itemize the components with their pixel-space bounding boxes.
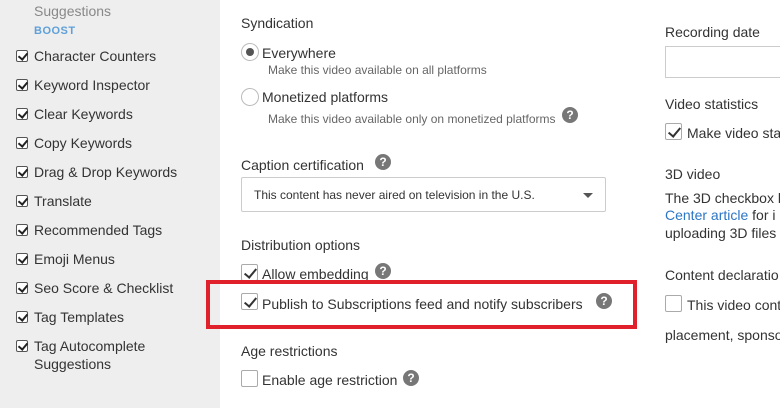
red-highlight-box [206, 280, 637, 329]
everywhere-description: Make this video available on all platfor… [268, 63, 487, 77]
distribution-options-title: Distribution options [241, 237, 361, 253]
sidebar-item-emoji-menus[interactable]: Emoji Menus [16, 250, 194, 268]
checkbox-checked[interactable] [16, 137, 28, 149]
caption-certification-title: Caption certification [241, 157, 364, 173]
sidebar-item-label: Copy Keywords [34, 135, 133, 151]
sidebar-item-translate[interactable]: Translate [16, 192, 194, 210]
radio-monetized-platforms[interactable] [241, 88, 259, 106]
help-icon[interactable]: ? [375, 154, 391, 170]
help-icon[interactable]: ? [562, 107, 578, 123]
sidebar-item-clear-keywords[interactable]: Clear Keywords [16, 105, 194, 123]
help-icon[interactable]: ? [403, 370, 419, 386]
sidebar-item-drag-drop-keywords[interactable]: Drag & Drop Keywords [16, 163, 194, 181]
monetized-description: Make this video available only on moneti… [268, 112, 556, 126]
3d-video-text-line2: Center article for i [665, 206, 776, 224]
sidebar-item-seo-score[interactable]: Seo Score & Checklist [16, 279, 194, 297]
content-declaration-checkbox[interactable] [665, 295, 682, 312]
syndication-title: Syndication [241, 15, 314, 31]
3d-video-text-line2-rest: for i [748, 207, 776, 223]
center-article-link[interactable]: Center article [665, 207, 748, 223]
chevron-down-icon [583, 193, 593, 198]
allow-embedding-checkbox[interactable] [241, 264, 258, 281]
sidebar-item-label: Translate [34, 193, 92, 209]
video-statistics-title: Video statistics [665, 96, 759, 112]
content-declaration-text-line2: placement, sponso [665, 327, 780, 343]
sidebar-top-label: Suggestions [34, 3, 112, 19]
sidebar: Suggestions BOOST Character Counters Key… [0, 0, 220, 408]
sidebar-item-label: Seo Score & Checklist [34, 280, 174, 296]
sidebar-item-character-counters[interactable]: Character Counters [16, 47, 194, 65]
recording-date-input[interactable] [665, 46, 780, 78]
age-restriction-checkbox[interactable] [241, 370, 258, 387]
sidebar-item-label: Tag Templates [34, 309, 125, 325]
checkbox-checked[interactable] [16, 224, 28, 236]
age-restriction-label[interactable]: Enable age restriction [262, 372, 397, 388]
sidebar-boost-label: BOOST [34, 25, 76, 37]
checkbox-checked[interactable] [16, 311, 28, 323]
sidebar-item-tag-templates[interactable]: Tag Templates [16, 308, 194, 326]
sidebar-item-label: Clear Keywords [34, 106, 133, 122]
sidebar-item-label: Keyword Inspector [34, 77, 150, 93]
checkbox-checked[interactable] [16, 253, 28, 265]
3d-video-title: 3D video [665, 166, 721, 182]
checkbox-checked[interactable] [16, 195, 28, 207]
checkbox-checked[interactable] [16, 108, 28, 120]
checkbox-checked[interactable] [16, 50, 28, 62]
monetized-label[interactable]: Monetized platforms [262, 89, 388, 105]
checkbox-checked[interactable] [16, 166, 28, 178]
video-statistics-checkbox[interactable] [665, 123, 682, 140]
radio-everywhere[interactable] [241, 43, 259, 61]
sidebar-item-label: Character Counters [34, 48, 157, 64]
sidebar-item-label: Tag Autocomplete Suggestions [34, 338, 146, 372]
sidebar-item-keyword-inspector[interactable]: Keyword Inspector [16, 76, 194, 94]
video-statistics-label[interactable]: Make video sta [687, 124, 780, 142]
checkbox-checked[interactable] [16, 282, 28, 294]
sidebar-item-label: Drag & Drop Keywords [34, 164, 178, 180]
help-icon[interactable]: ? [375, 263, 391, 279]
caption-certification-select[interactable]: This content has never aired on televisi… [241, 177, 606, 212]
recording-date-title: Recording date [665, 24, 760, 40]
sidebar-item-label: Emoji Menus [34, 251, 115, 267]
checkbox-checked[interactable] [16, 79, 28, 91]
everywhere-label[interactable]: Everywhere [262, 45, 336, 61]
caption-certification-value: This content has never aired on televisi… [254, 188, 535, 202]
checkbox-checked[interactable] [16, 340, 28, 352]
content-declaration-title: Content declaratio [665, 267, 779, 283]
sidebar-item-copy-keywords[interactable]: Copy Keywords [16, 134, 194, 152]
3d-video-text-line1: The 3D checkbox l [665, 190, 780, 206]
sidebar-item-label: Recommended Tags [34, 222, 163, 238]
sidebar-item-recommended-tags[interactable]: Recommended Tags [16, 221, 194, 239]
sidebar-item-tag-autocomplete[interactable]: Tag Autocomplete Suggestions [16, 337, 194, 373]
content-declaration-label[interactable]: This video cont [687, 296, 780, 314]
age-restrictions-title: Age restrictions [241, 343, 338, 359]
3d-video-text-line3: uploading 3D files [665, 225, 777, 241]
